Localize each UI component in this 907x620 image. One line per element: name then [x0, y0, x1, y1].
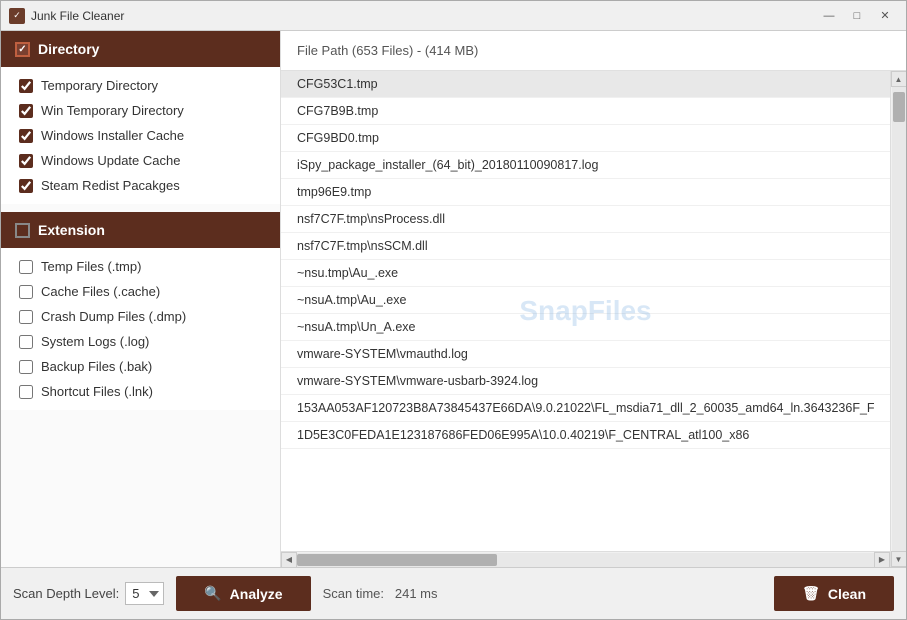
scan-time-value: 241 ms — [395, 586, 438, 601]
list-item[interactable]: System Logs (.log) — [1, 329, 280, 354]
cache-files-checkbox[interactable] — [19, 285, 33, 299]
tmp-files-checkbox[interactable] — [19, 260, 33, 274]
table-row[interactable]: nsf7C7F.tmp\nsProcess.dll — [281, 206, 890, 233]
table-row[interactable]: CFG7B9B.tmp — [281, 98, 890, 125]
extension-section-header[interactable]: Extension — [1, 212, 280, 248]
extension-label: Extension — [38, 222, 105, 238]
directory-section-header[interactable]: Directory — [1, 31, 280, 67]
directory-checkbox[interactable] — [15, 42, 30, 57]
minimize-button[interactable]: — — [816, 6, 842, 26]
scroll-up-button[interactable]: ▲ — [891, 71, 907, 87]
list-item[interactable]: Shortcut Files (.lnk) — [1, 379, 280, 404]
analyze-label: Analyze — [230, 586, 283, 602]
list-item[interactable]: Temporary Directory — [1, 73, 280, 98]
temp-dir-checkbox[interactable] — [19, 79, 33, 93]
close-button[interactable]: ✕ — [872, 6, 898, 26]
directory-label: Directory — [38, 41, 99, 57]
left-panel: Directory Temporary Directory Win Tempor… — [1, 31, 281, 567]
right-content: CFG53C1.tmpCFG7B9B.tmpCFG9BD0.tmpiSpy_pa… — [281, 71, 906, 567]
extension-items: Temp Files (.tmp) Cache Files (.cache) C… — [1, 248, 280, 410]
v-scroll-thumb[interactable] — [893, 92, 905, 122]
table-row[interactable]: iSpy_package_installer_(64_bit)_20180110… — [281, 152, 890, 179]
table-row[interactable]: 153AA053AF120723B8A73845437E66DA\9.0.210… — [281, 395, 890, 422]
table-row[interactable]: ~nsu.tmp\Au_.exe — [281, 260, 890, 287]
sys-logs-label: System Logs (.log) — [41, 334, 149, 349]
analyze-button[interactable]: 🔍 Analyze — [176, 576, 310, 611]
horizontal-scrollbar[interactable]: ◀ ▶ — [281, 551, 890, 567]
shortcut-files-checkbox[interactable] — [19, 385, 33, 399]
list-item[interactable]: Temp Files (.tmp) — [1, 254, 280, 279]
file-path-header: File Path (653 Files) - (414 MB) — [281, 31, 906, 71]
shortcut-files-label: Shortcut Files (.lnk) — [41, 384, 153, 399]
scan-depth-select[interactable]: 5 1234 678910 — [125, 582, 164, 605]
backup-files-label: Backup Files (.bak) — [41, 359, 152, 374]
scroll-down-button[interactable]: ▼ — [891, 551, 907, 567]
table-row[interactable]: vmware-SYSTEM\vmauthd.log — [281, 341, 890, 368]
directory-items: Temporary Directory Win Temporary Direct… — [1, 67, 280, 204]
extension-section: Extension Temp Files (.tmp) Cache Files … — [1, 212, 280, 410]
table-row[interactable]: 1D5E3C0FEDA1E123187686FED06E995A\10.0.40… — [281, 422, 890, 449]
table-row[interactable]: nsf7C7F.tmp\nsSCM.dll — [281, 233, 890, 260]
list-item[interactable]: Cache Files (.cache) — [1, 279, 280, 304]
right-panel: File Path (653 Files) - (414 MB) CFG53C1… — [281, 31, 906, 567]
h-scroll-track[interactable] — [297, 553, 874, 567]
window-controls: — □ ✕ — [816, 6, 898, 26]
h-scroll-thumb[interactable] — [297, 554, 497, 566]
v-scroll-track[interactable] — [892, 87, 906, 551]
footer: Scan Depth Level: 5 1234 678910 🔍 Analyz… — [1, 567, 906, 619]
steam-redist-checkbox[interactable] — [19, 179, 33, 193]
trash-icon: 🗑 — [802, 585, 820, 602]
scan-time: Scan time: 241 ms — [323, 586, 438, 601]
list-item[interactable]: Win Temporary Directory — [1, 98, 280, 123]
scan-depth-control: Scan Depth Level: 5 1234 678910 — [13, 582, 164, 605]
win-update-checkbox[interactable] — [19, 154, 33, 168]
sys-logs-checkbox[interactable] — [19, 335, 33, 349]
extension-checkbox[interactable] — [15, 223, 30, 238]
window-title: Junk File Cleaner — [31, 9, 816, 23]
scroll-left-button[interactable]: ◀ — [281, 552, 297, 568]
steam-redist-label: Steam Redist Pacakges — [41, 178, 180, 193]
main-content: Directory Temporary Directory Win Tempor… — [1, 31, 906, 567]
win-installer-checkbox[interactable] — [19, 129, 33, 143]
crash-dump-label: Crash Dump Files (.dmp) — [41, 309, 186, 324]
table-row[interactable]: ~nsuA.tmp\Un_A.exe — [281, 314, 890, 341]
list-item[interactable]: Steam Redist Pacakges — [1, 173, 280, 198]
win-temp-dir-label: Win Temporary Directory — [41, 103, 184, 118]
win-temp-dir-checkbox[interactable] — [19, 104, 33, 118]
app-icon: ✓ — [9, 8, 25, 24]
table-row[interactable]: CFG53C1.tmp — [281, 71, 890, 98]
vertical-scrollbar[interactable]: ▲ ▼ — [890, 71, 906, 567]
file-list[interactable]: CFG53C1.tmpCFG7B9B.tmpCFG9BD0.tmpiSpy_pa… — [281, 71, 890, 551]
table-row[interactable]: vmware-SYSTEM\vmware-usbarb-3924.log — [281, 368, 890, 395]
main-window: ✓ Junk File Cleaner — □ ✕ Directory Temp… — [0, 0, 907, 620]
scroll-right-button[interactable]: ▶ — [874, 552, 890, 568]
backup-files-checkbox[interactable] — [19, 360, 33, 374]
clean-label: Clean — [828, 586, 866, 602]
temp-dir-label: Temporary Directory — [41, 78, 158, 93]
table-row[interactable]: ~nsuA.tmp\Au_.exe — [281, 287, 890, 314]
clean-button[interactable]: 🗑 Clean — [774, 576, 894, 611]
table-row[interactable]: CFG9BD0.tmp — [281, 125, 890, 152]
title-bar: ✓ Junk File Cleaner — □ ✕ — [1, 1, 906, 31]
cache-files-label: Cache Files (.cache) — [41, 284, 160, 299]
crash-dump-checkbox[interactable] — [19, 310, 33, 324]
table-row[interactable]: tmp96E9.tmp — [281, 179, 890, 206]
list-item[interactable]: Backup Files (.bak) — [1, 354, 280, 379]
search-icon: 🔍 — [204, 585, 221, 602]
win-installer-label: Windows Installer Cache — [41, 128, 184, 143]
maximize-button[interactable]: □ — [844, 6, 870, 26]
tmp-files-label: Temp Files (.tmp) — [41, 259, 141, 274]
file-list-inner: CFG53C1.tmpCFG7B9B.tmpCFG9BD0.tmpiSpy_pa… — [281, 71, 890, 449]
list-item[interactable]: Windows Update Cache — [1, 148, 280, 173]
list-item[interactable]: Windows Installer Cache — [1, 123, 280, 148]
scan-time-label: Scan time: — [323, 586, 384, 601]
list-item[interactable]: Crash Dump Files (.dmp) — [1, 304, 280, 329]
scan-depth-label: Scan Depth Level: — [13, 586, 119, 601]
win-update-label: Windows Update Cache — [41, 153, 180, 168]
